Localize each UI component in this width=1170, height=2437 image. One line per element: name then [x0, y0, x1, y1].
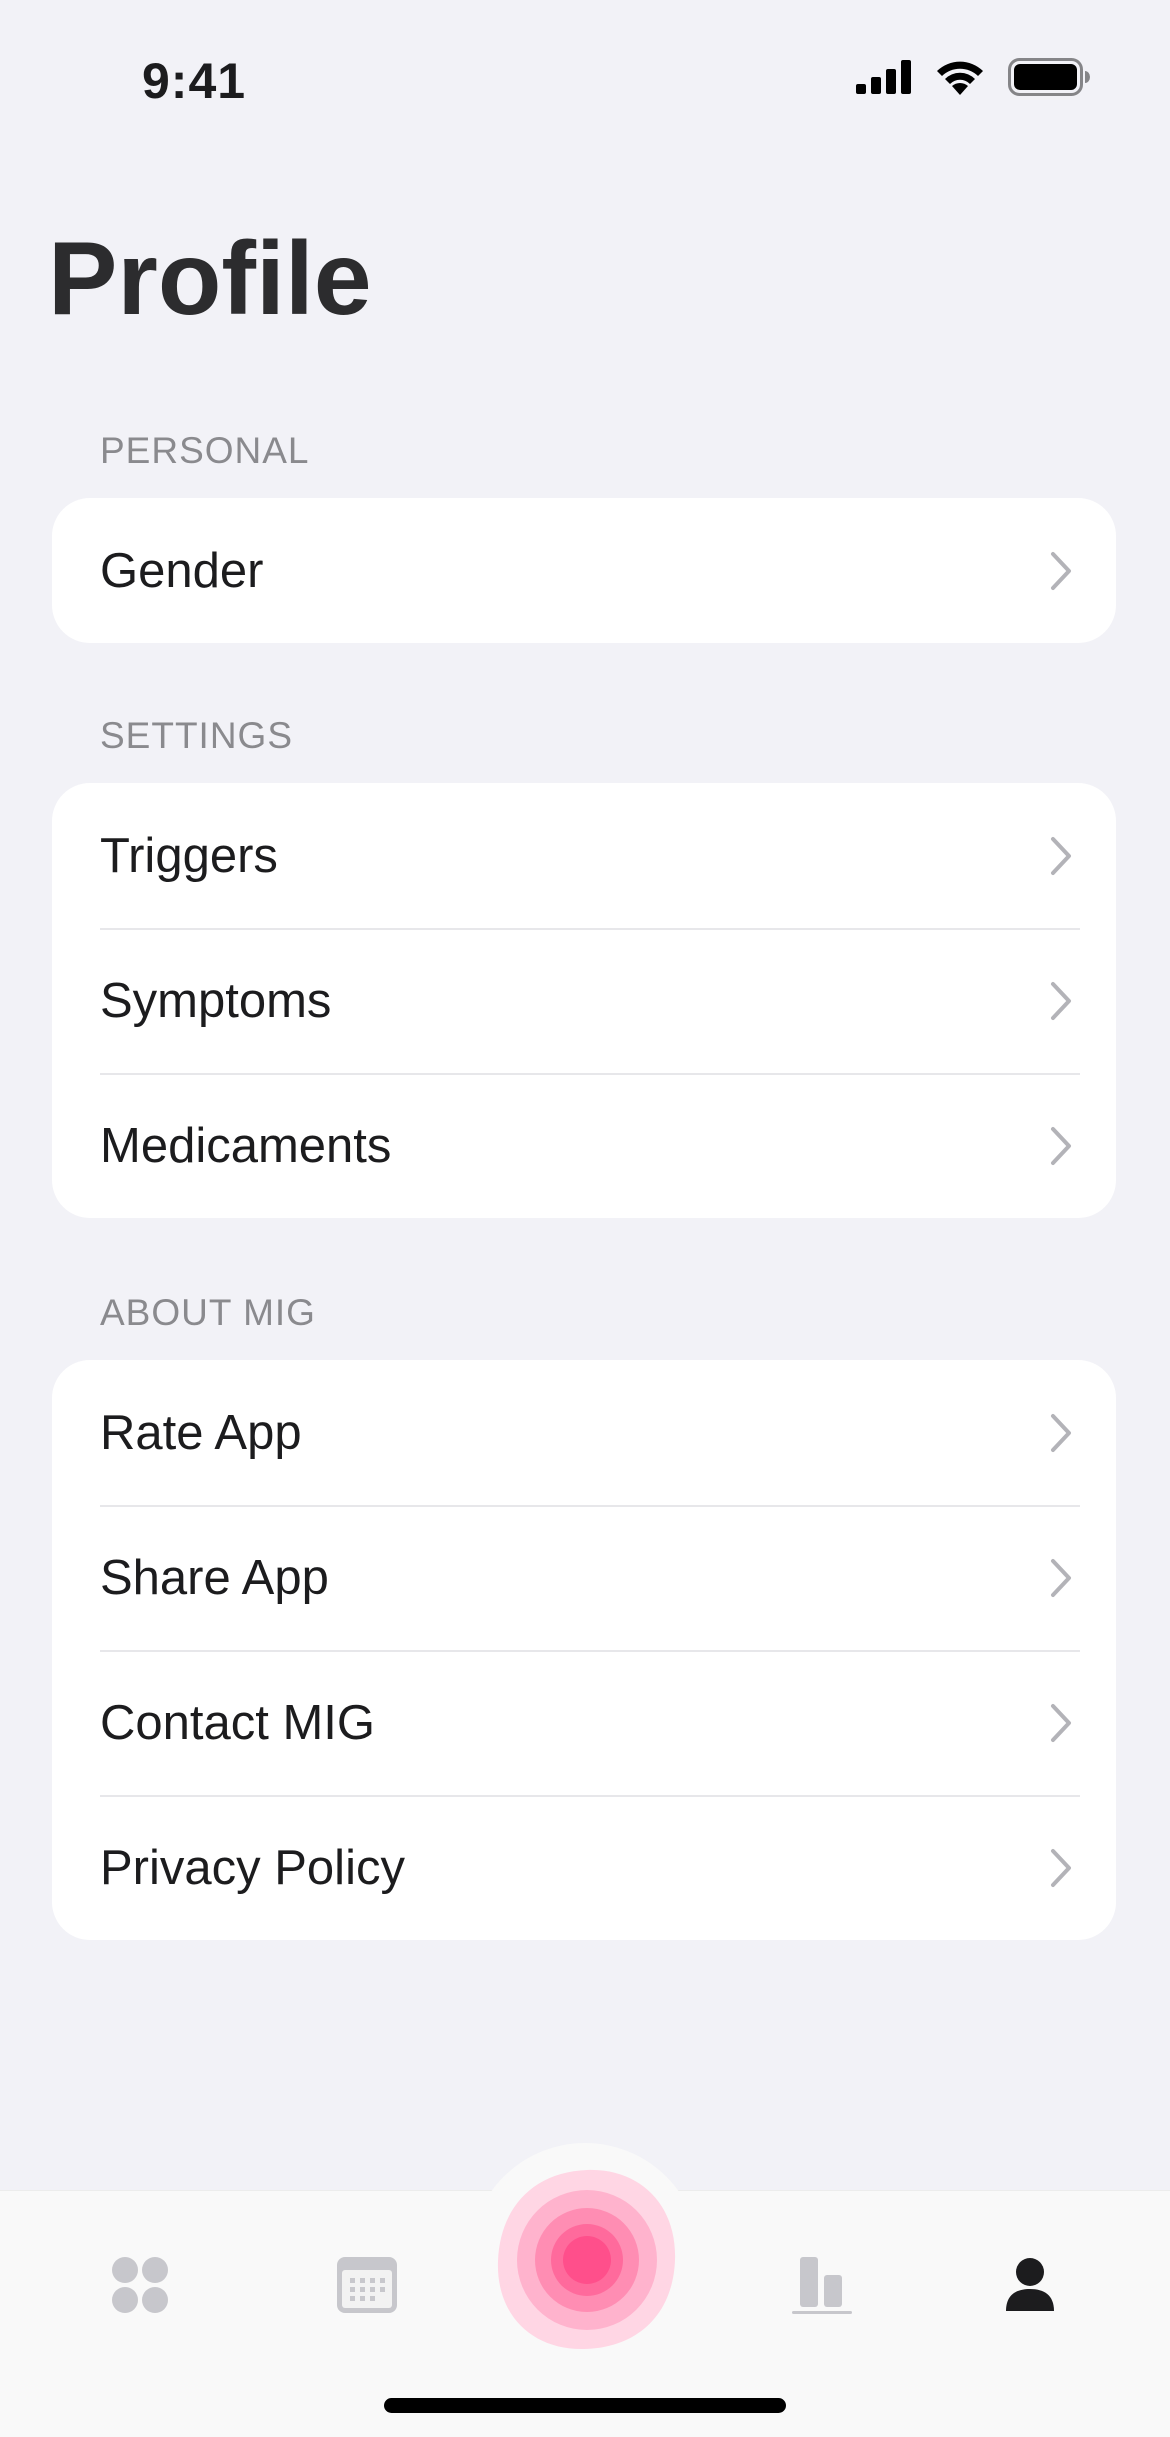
- calendar-icon: [337, 2257, 397, 2313]
- chevron-right-icon: [1051, 1703, 1071, 1742]
- chevron-right-icon: [1051, 551, 1071, 590]
- status-bar: 9:41: [0, 0, 1170, 150]
- row-gender[interactable]: Gender: [52, 498, 1116, 643]
- row-label: Privacy Policy: [100, 1840, 405, 1895]
- tab-dashboard[interactable]: [100, 2245, 180, 2325]
- home-indicator: [384, 2398, 786, 2413]
- section-header-settings: SETTINGS: [100, 715, 294, 756]
- chevron-right-icon: [1051, 1848, 1071, 1887]
- chevron-right-icon: [1051, 1413, 1071, 1452]
- tab-calendar[interactable]: [327, 2245, 407, 2325]
- personal-card: Gender: [52, 498, 1116, 643]
- row-label: Symptoms: [100, 973, 332, 1028]
- battery-icon: [1008, 58, 1090, 96]
- tab-profile[interactable]: [990, 2245, 1070, 2325]
- chevron-right-icon: [1051, 836, 1071, 875]
- about-card: Rate App Share App Contact MIG Privacy P…: [52, 1360, 1116, 1940]
- dashboard-icon: [112, 2257, 168, 2313]
- row-label: Rate App: [100, 1405, 302, 1460]
- row-label: Share App: [100, 1550, 329, 1605]
- chevron-right-icon: [1051, 981, 1071, 1020]
- tab-stats[interactable]: [782, 2245, 862, 2325]
- row-label: Medicaments: [100, 1118, 392, 1173]
- chevron-right-icon: [1051, 1558, 1071, 1597]
- page-title: Profile: [48, 221, 372, 337]
- row-contact-mig[interactable]: Contact MIG: [52, 1650, 1116, 1795]
- status-time: 9:41: [142, 53, 247, 109]
- stats-icon: [792, 2257, 852, 2314]
- row-rate-app[interactable]: Rate App: [52, 1360, 1116, 1505]
- settings-card: Triggers Symptoms Medicaments: [52, 783, 1116, 1218]
- row-medicaments[interactable]: Medicaments: [52, 1073, 1116, 1218]
- status-icons: [856, 58, 1090, 96]
- log-attack-icon: [497, 2169, 676, 2350]
- chevron-right-icon: [1051, 1126, 1071, 1165]
- profile-icon: [1006, 2258, 1054, 2311]
- row-privacy-policy[interactable]: Privacy Policy: [52, 1795, 1116, 1940]
- row-label: Gender: [100, 543, 264, 598]
- row-label: Contact MIG: [100, 1695, 376, 1750]
- section-header-personal: PERSONAL: [100, 430, 310, 471]
- row-triggers[interactable]: Triggers: [52, 783, 1116, 928]
- row-label: Triggers: [100, 828, 278, 883]
- row-symptoms[interactable]: Symptoms: [52, 928, 1116, 1073]
- wifi-icon: [937, 61, 983, 95]
- row-share-app[interactable]: Share App: [52, 1505, 1116, 1650]
- cellular-signal-icon: [856, 60, 911, 94]
- section-header-about: ABOUT MIG: [100, 1292, 316, 1333]
- log-attack-button[interactable]: [492, 2165, 682, 2355]
